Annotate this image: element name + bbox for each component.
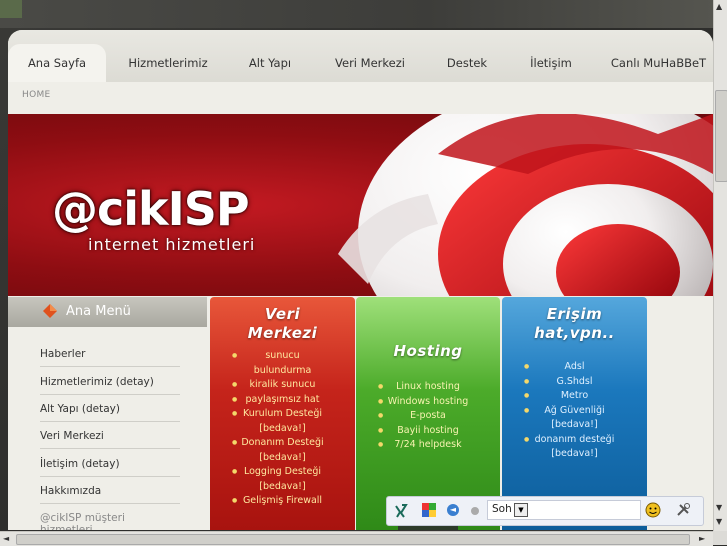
top-strip	[0, 0, 22, 18]
google-icon[interactable]	[421, 502, 437, 518]
menu-diamond-icon	[43, 304, 57, 318]
list-item: Bayii hosting	[356, 424, 500, 439]
vertical-scrollbar[interactable]: ▲ ▼ ▼	[713, 0, 727, 531]
tab-canli-muhabbet[interactable]: Canlı MuHaBBeT	[604, 44, 713, 82]
chevron-down-icon[interactable]: ▼	[514, 503, 528, 517]
card-title: Erişim hat,vpn..	[534, 305, 615, 342]
tools-icon[interactable]	[675, 502, 691, 518]
list-item: Ağ Güvenliği [bedava!]	[502, 404, 647, 433]
list-item: 7/24 helpdesk	[356, 438, 500, 453]
tab-iletisim[interactable]: İletişim	[518, 44, 584, 82]
xing-icon[interactable]	[393, 503, 409, 519]
top-band	[0, 0, 713, 28]
scroll-left-icon[interactable]: ◄	[3, 534, 9, 543]
tab-veri-merkezi[interactable]: Veri Merkezi	[326, 44, 414, 82]
breadcrumb[interactable]: HOME	[22, 90, 51, 100]
list-item: Kurulum Desteği [bedava!]	[210, 407, 355, 436]
scroll-thumb[interactable]	[715, 90, 727, 182]
list-item: paylaşımsız hat	[210, 393, 355, 408]
card-list: Linux hosting Windows hosting E-posta Ba…	[356, 380, 500, 453]
arrow-left-icon[interactable]: ◄	[447, 504, 459, 516]
sidebar-item-iletisim[interactable]: İletişim (detay)	[40, 458, 180, 477]
list-item: Metro	[502, 389, 647, 404]
tab-hizmetlerimiz[interactable]: Hizmetlerimiz	[118, 44, 218, 82]
scroll-down-icon[interactable]: ▼	[716, 517, 722, 526]
scroll-down-icon[interactable]: ▼	[716, 503, 722, 512]
list-item: Donanım Desteği [bedava!]	[210, 436, 355, 465]
scroll-corner	[713, 531, 727, 545]
horizontal-scrollbar[interactable]: ◄ ►	[0, 531, 713, 546]
list-item: donanım desteği [bedava!]	[502, 433, 647, 462]
sidebar-item-hizmetlerimiz[interactable]: Hizmetlerimiz (detay)	[40, 376, 180, 395]
page: Ana Sayfa Hizmetlerimiz Alt Yapı Veri Me…	[8, 30, 713, 530]
card-title: Veri Merkezi	[247, 305, 318, 342]
sidebar-item-musteri-hizmetleri[interactable]: @cikISP müşteri hizmetleri	[40, 512, 180, 530]
brand-subtitle: internet hizmetleri	[88, 235, 256, 254]
status-dot-icon	[471, 507, 479, 515]
chat-label: Sohbet	[492, 503, 512, 515]
card-list: Adsl G.Shdsl Metro Ağ Güvenliği [bedava!…	[502, 360, 647, 462]
chat-toolbar: ◄ Sohbet ▼	[386, 496, 704, 526]
scroll-right-icon[interactable]: ►	[699, 534, 705, 543]
smiley-icon[interactable]	[645, 502, 661, 518]
sidebar-item-haberler[interactable]: Haberler	[40, 348, 180, 367]
scroll-up-icon[interactable]: ▲	[716, 2, 722, 11]
brand-logo: @cikISP	[52, 182, 250, 236]
hero-banner: @cikISP internet hizmetleri	[8, 114, 713, 296]
list-item: Adsl	[502, 360, 647, 375]
card-title: Hosting	[393, 342, 463, 360]
tab-destek[interactable]: Destek	[436, 44, 498, 82]
sidebar-item-veri-merkezi[interactable]: Veri Merkezi	[40, 430, 180, 449]
list-item: kiralik sunucu	[210, 378, 355, 393]
sidebar-title: Ana Menü	[66, 304, 131, 319]
list-item: Windows hosting	[356, 395, 500, 410]
main-nav: Ana Sayfa Hizmetlerimiz Alt Yapı Veri Me…	[8, 30, 713, 82]
chat-select[interactable]: Sohbet ▼	[487, 500, 641, 520]
list-item: Logging Desteği [bedava!]	[210, 465, 355, 494]
sidebar-item-hakkimizda[interactable]: Hakkımızda	[40, 485, 180, 504]
list-item: G.Shdsl	[502, 375, 647, 390]
list-item: Linux hosting	[356, 380, 500, 395]
tab-ana-sayfa[interactable]: Ana Sayfa	[8, 44, 106, 82]
sidebar-item-alt-yapi[interactable]: Alt Yapı (detay)	[40, 403, 180, 422]
list-item: Gelişmiş Firewall	[210, 494, 355, 509]
scroll-thumb-h[interactable]	[16, 534, 690, 545]
list-item: E-posta	[356, 409, 500, 424]
list-item: sunucu bulundurma	[210, 349, 355, 378]
sidebar-header: Ana Menü	[8, 297, 207, 327]
card-veri-merkezi[interactable]: Veri Merkezi sunucu bulundurma kiralik s…	[210, 297, 355, 530]
card-list: sunucu bulundurma kiralik sunucu paylaşı…	[210, 349, 355, 509]
tab-alt-yapi[interactable]: Alt Yapı	[236, 44, 304, 82]
sidebar: Ana Menü Haberler Hizmetlerimiz (detay) …	[8, 297, 207, 530]
